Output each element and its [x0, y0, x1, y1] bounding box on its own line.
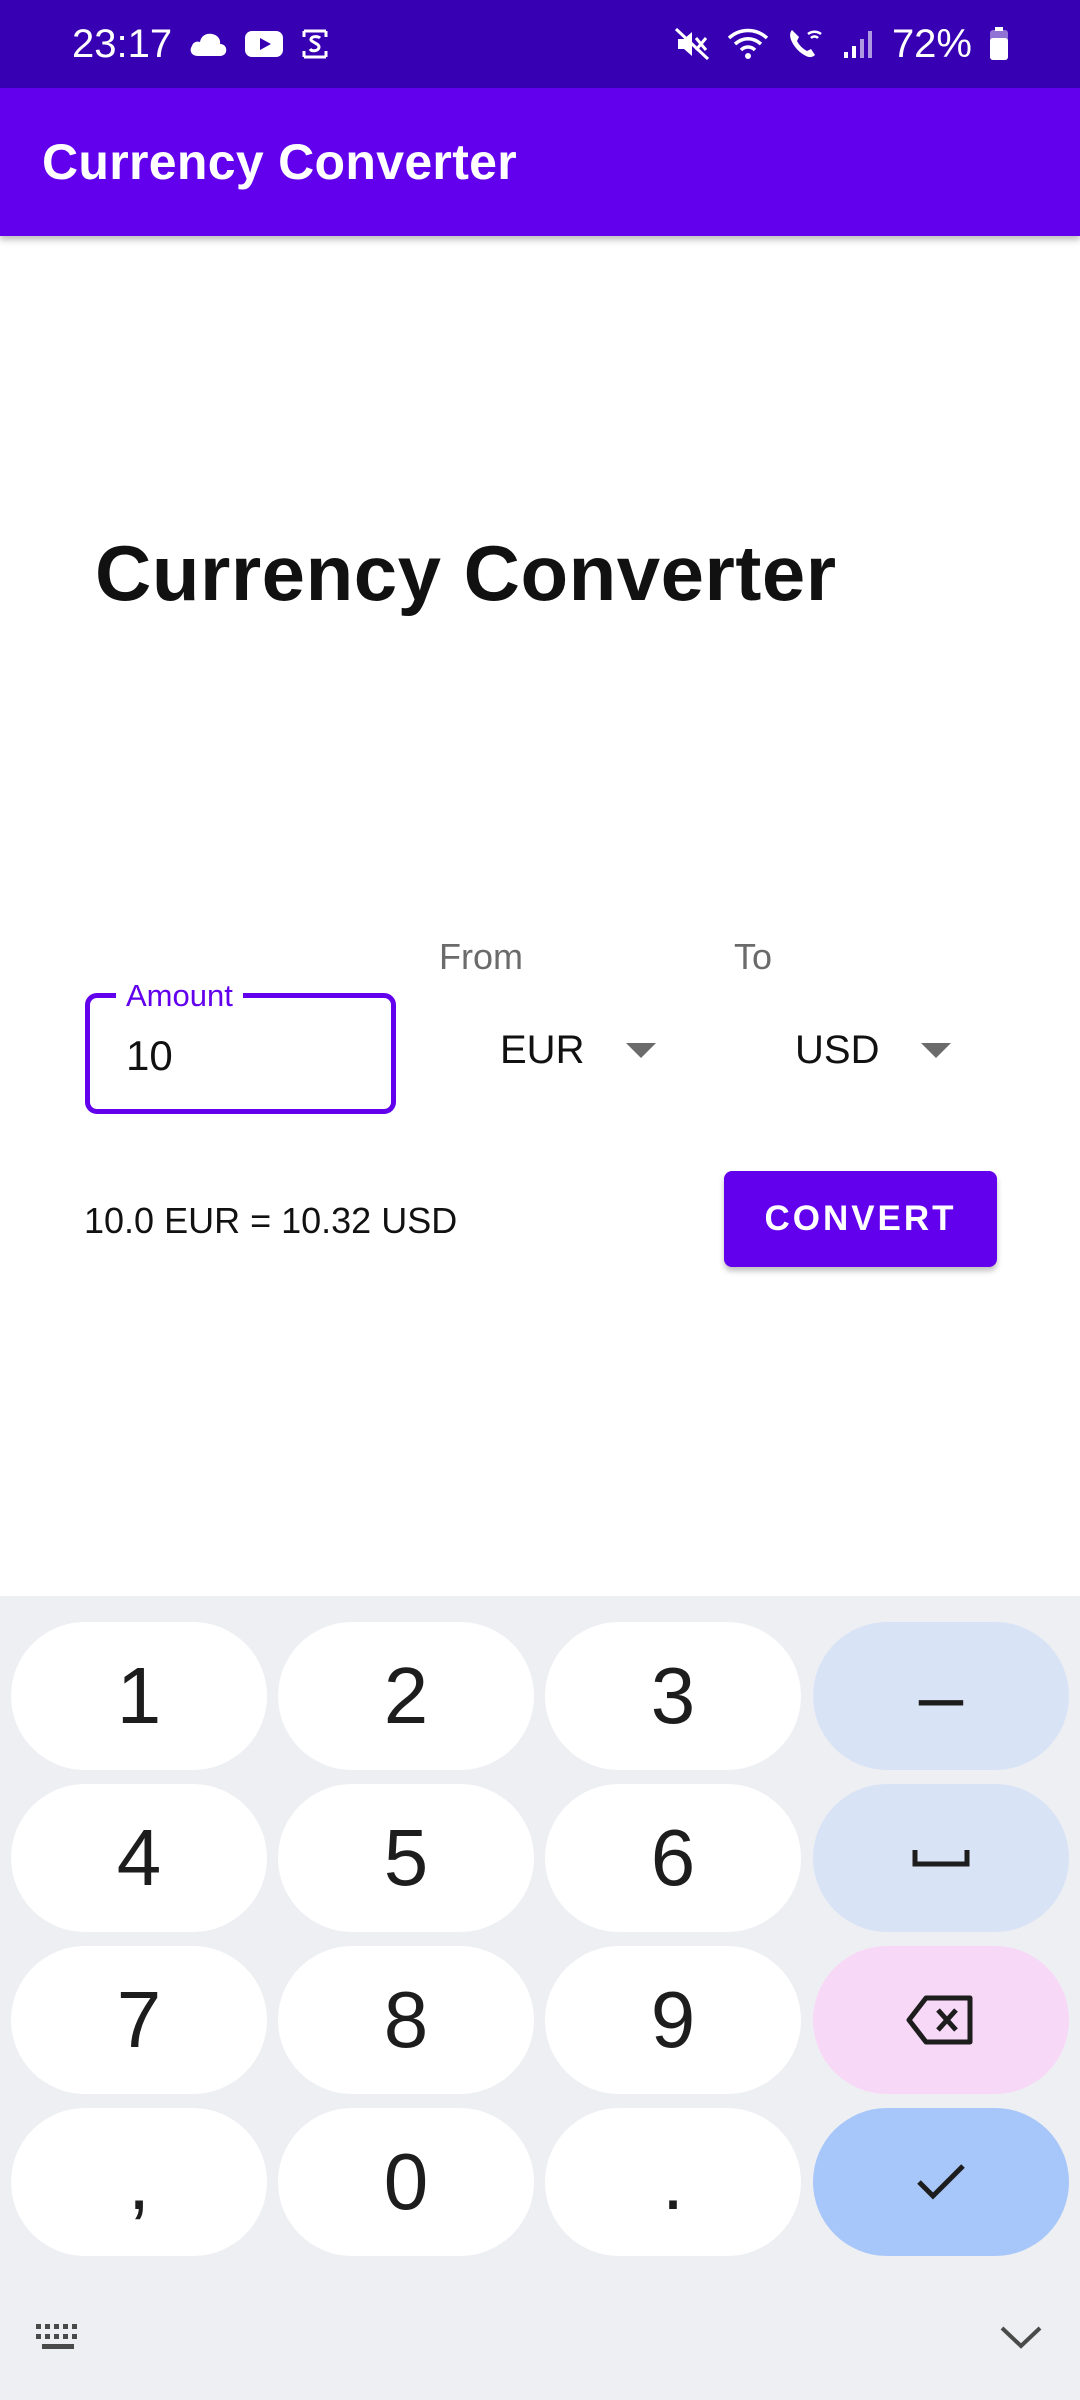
numeric-keyboard: 1 2 3 – 4 5 6 7 8 9 , 0 .	[0, 1596, 1080, 2400]
battery-icon	[988, 26, 1010, 62]
to-currency-value: USD	[795, 1027, 880, 1072]
check-icon	[915, 2162, 967, 2202]
status-left: 23:17	[72, 22, 330, 67]
page-heading: Currency Converter	[95, 529, 837, 617]
key-2[interactable]: 2	[278, 1622, 534, 1770]
convert-button[interactable]: CONVERT	[724, 1171, 997, 1267]
dropdown-arrow-icon	[921, 1042, 952, 1058]
youtube-icon	[244, 29, 284, 59]
key-9[interactable]: 9	[545, 1946, 801, 2094]
from-currency-dropdown[interactable]: EUR	[500, 1010, 657, 1090]
to-label: To	[734, 936, 773, 977]
space-icon	[911, 1846, 971, 1870]
key-backspace[interactable]	[813, 1946, 1069, 2094]
status-time: 23:17	[72, 21, 173, 66]
keyboard-icon[interactable]	[34, 2322, 84, 2357]
screen: 23:17 72% Currency Converter Currency Co…	[0, 0, 1080, 2400]
key-comma[interactable]: ,	[11, 2108, 267, 2256]
key-1[interactable]: 1	[11, 1622, 267, 1770]
key-7[interactable]: 7	[11, 1946, 267, 2094]
key-8[interactable]: 8	[278, 1946, 534, 2094]
key-done[interactable]	[813, 2108, 1069, 2256]
key-0[interactable]: 0	[278, 2108, 534, 2256]
backspace-icon	[906, 1994, 976, 2046]
status-bar: 23:17 72%	[0, 0, 1080, 88]
mute-icon	[674, 27, 710, 61]
key-4[interactable]: 4	[11, 1784, 267, 1932]
key-period[interactable]: .	[545, 2108, 801, 2256]
battery-percent: 72%	[891, 21, 972, 66]
status-right: 72%	[674, 22, 1010, 67]
cloud-icon	[188, 30, 228, 58]
screen-record-icon	[300, 27, 330, 61]
amount-value[interactable]: 10	[126, 1032, 173, 1080]
to-currency-dropdown[interactable]: USD	[795, 1010, 952, 1090]
key-minus[interactable]: –	[813, 1622, 1069, 1770]
key-6[interactable]: 6	[545, 1784, 801, 1932]
amount-label: Amount	[116, 978, 243, 1014]
key-3[interactable]: 3	[545, 1622, 801, 1770]
chevron-down-icon[interactable]	[998, 2322, 1044, 2357]
key-space[interactable]	[813, 1784, 1069, 1932]
from-currency-value: EUR	[500, 1027, 585, 1072]
dropdown-arrow-icon	[626, 1042, 657, 1058]
key-5[interactable]: 5	[278, 1784, 534, 1932]
signal-icon	[842, 28, 876, 60]
app-bar-title: Currency Converter	[42, 134, 518, 190]
from-label: From	[439, 936, 523, 977]
wifi-icon	[726, 26, 770, 62]
wifi-call-icon	[786, 26, 826, 62]
app-bar: Currency Converter	[0, 88, 1080, 236]
conversion-result: 10.0 EUR = 10.32 USD	[84, 1200, 458, 1241]
